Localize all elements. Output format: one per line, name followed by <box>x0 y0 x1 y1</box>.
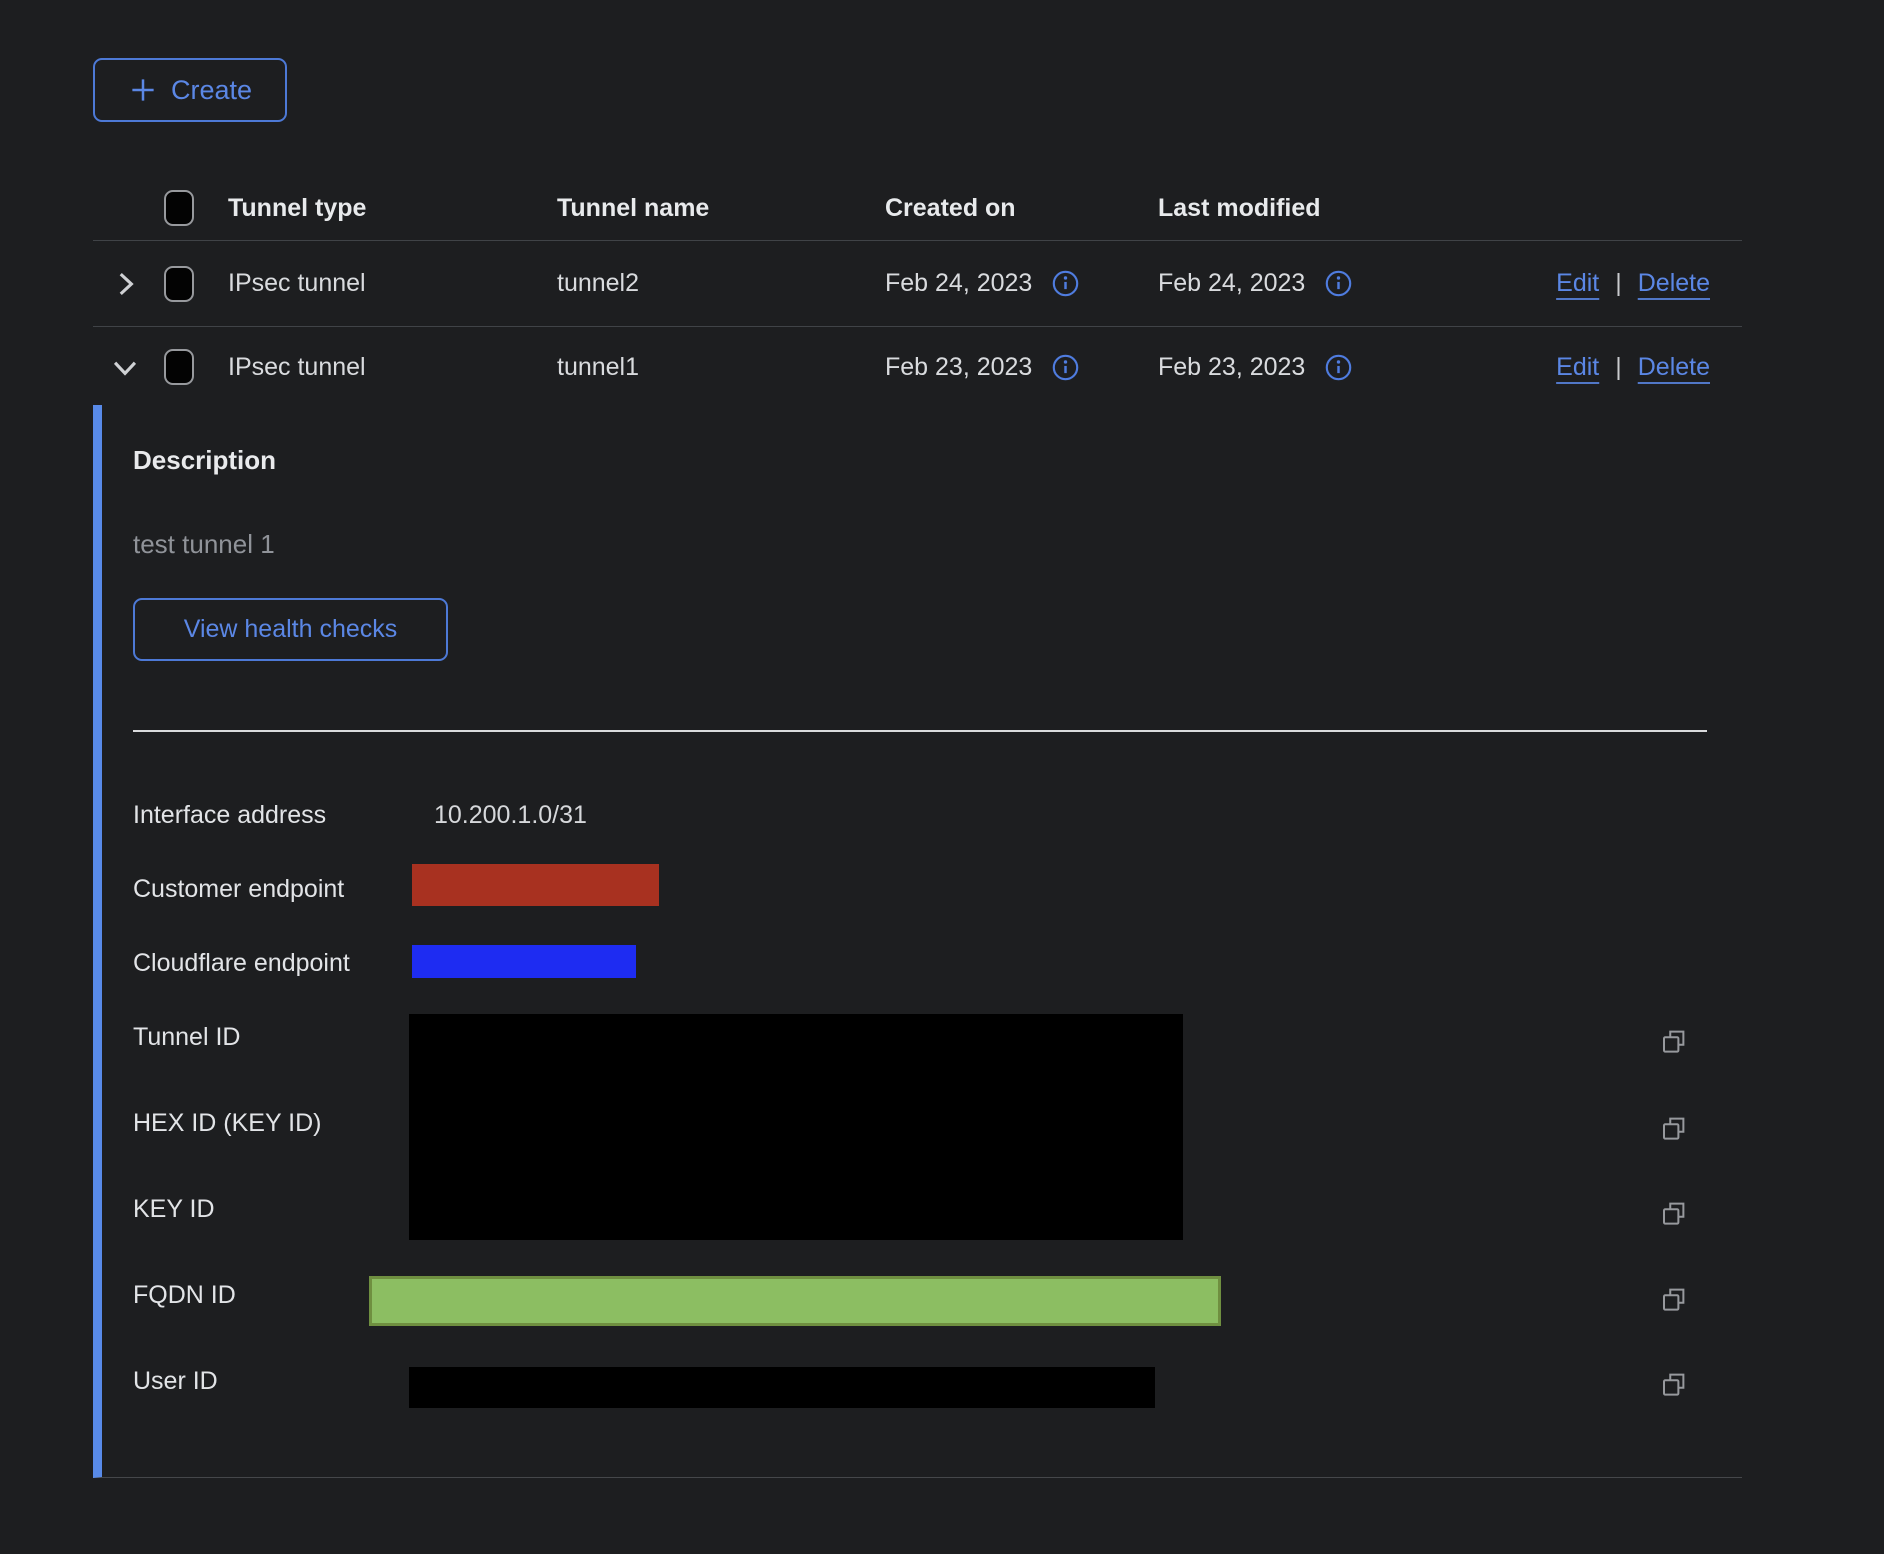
interface-address-label: Interface address <box>133 800 413 830</box>
column-header-tunnel-name: Tunnel name <box>557 194 885 223</box>
tunnel-detail-panel: Description test tunnel 1 View health ch… <box>93 405 1742 1478</box>
key-id-label: KEY ID <box>133 1194 413 1224</box>
last-modified-cell: Feb 24, 2023 <box>1158 269 1305 298</box>
user-id-redaction <box>409 1367 1155 1408</box>
created-on-cell: Feb 23, 2023 <box>885 353 1032 382</box>
tunnel-type-cell: IPsec tunnel <box>228 269 557 298</box>
hex-id-label: HEX ID (KEY ID) <box>133 1108 413 1138</box>
select-all-checkbox[interactable] <box>164 190 194 226</box>
edit-link[interactable]: Edit <box>1556 353 1599 382</box>
action-separator: | <box>1615 269 1622 298</box>
delete-link[interactable]: Delete <box>1638 269 1710 298</box>
create-button-label: Create <box>171 75 252 106</box>
copy-key-id-button[interactable] <box>1658 1197 1690 1229</box>
cloudflare-endpoint-redaction <box>412 945 636 978</box>
tunnel-name-cell: tunnel2 <box>557 269 885 298</box>
customer-endpoint-redaction <box>412 864 659 906</box>
user-id-label: User ID <box>133 1366 413 1396</box>
copy-icon <box>1659 1026 1689 1056</box>
copy-tunnel-id-button[interactable] <box>1658 1025 1690 1057</box>
tunnel-type-cell: IPsec tunnel <box>228 353 557 382</box>
table-row: IPsec tunnel tunnel2 Feb 24, 2023 Feb 24… <box>93 241 1742 327</box>
customer-endpoint-label: Customer endpoint <box>133 874 413 904</box>
chevron-down-icon <box>108 350 142 384</box>
info-icon[interactable] <box>1325 354 1352 381</box>
panel-divider <box>133 730 1707 732</box>
plus-icon <box>128 75 158 105</box>
edit-link[interactable]: Edit <box>1556 269 1599 298</box>
create-button[interactable]: Create <box>93 58 287 122</box>
tunnels-table: Tunnel type Tunnel name Created on Last … <box>93 176 1742 407</box>
column-header-created-on: Created on <box>885 194 1158 223</box>
action-separator: | <box>1615 353 1622 382</box>
row-checkbox[interactable] <box>164 349 194 385</box>
description-label: Description <box>133 445 276 475</box>
tunnel-name-cell: tunnel1 <box>557 353 885 382</box>
copy-icon <box>1659 1369 1689 1399</box>
expand-row-button[interactable] <box>101 267 149 301</box>
interface-address-value: 10.200.1.0/31 <box>434 800 587 830</box>
created-on-cell: Feb 24, 2023 <box>885 269 1032 298</box>
copy-icon <box>1659 1113 1689 1143</box>
copy-fqdn-id-button[interactable] <box>1658 1283 1690 1315</box>
info-icon[interactable] <box>1325 270 1352 297</box>
ids-redaction <box>409 1014 1183 1240</box>
description-value: test tunnel 1 <box>133 529 275 559</box>
cloudflare-endpoint-label: Cloudflare endpoint <box>133 948 413 978</box>
copy-icon <box>1659 1198 1689 1228</box>
copy-user-id-button[interactable] <box>1658 1368 1690 1400</box>
table-header-row: Tunnel type Tunnel name Created on Last … <box>93 176 1742 241</box>
copy-hex-id-button[interactable] <box>1658 1112 1690 1144</box>
fqdn-id-redaction <box>369 1276 1221 1326</box>
column-header-tunnel-type: Tunnel type <box>228 194 557 223</box>
info-icon[interactable] <box>1052 270 1079 297</box>
tunnels-page: { "colors": { "background": "#1d1e20", "… <box>0 0 1884 1554</box>
delete-link[interactable]: Delete <box>1638 353 1710 382</box>
last-modified-cell: Feb 23, 2023 <box>1158 353 1305 382</box>
info-icon[interactable] <box>1052 354 1079 381</box>
view-health-checks-button[interactable]: View health checks <box>133 598 448 661</box>
row-checkbox[interactable] <box>164 266 194 302</box>
chevron-right-icon <box>108 267 142 301</box>
collapse-row-button[interactable] <box>101 350 149 384</box>
column-header-last-modified: Last modified <box>1158 194 1493 223</box>
tunnel-id-label: Tunnel ID <box>133 1022 413 1052</box>
table-row: IPsec tunnel tunnel1 Feb 23, 2023 Feb 23… <box>93 327 1742 407</box>
copy-icon <box>1659 1284 1689 1314</box>
